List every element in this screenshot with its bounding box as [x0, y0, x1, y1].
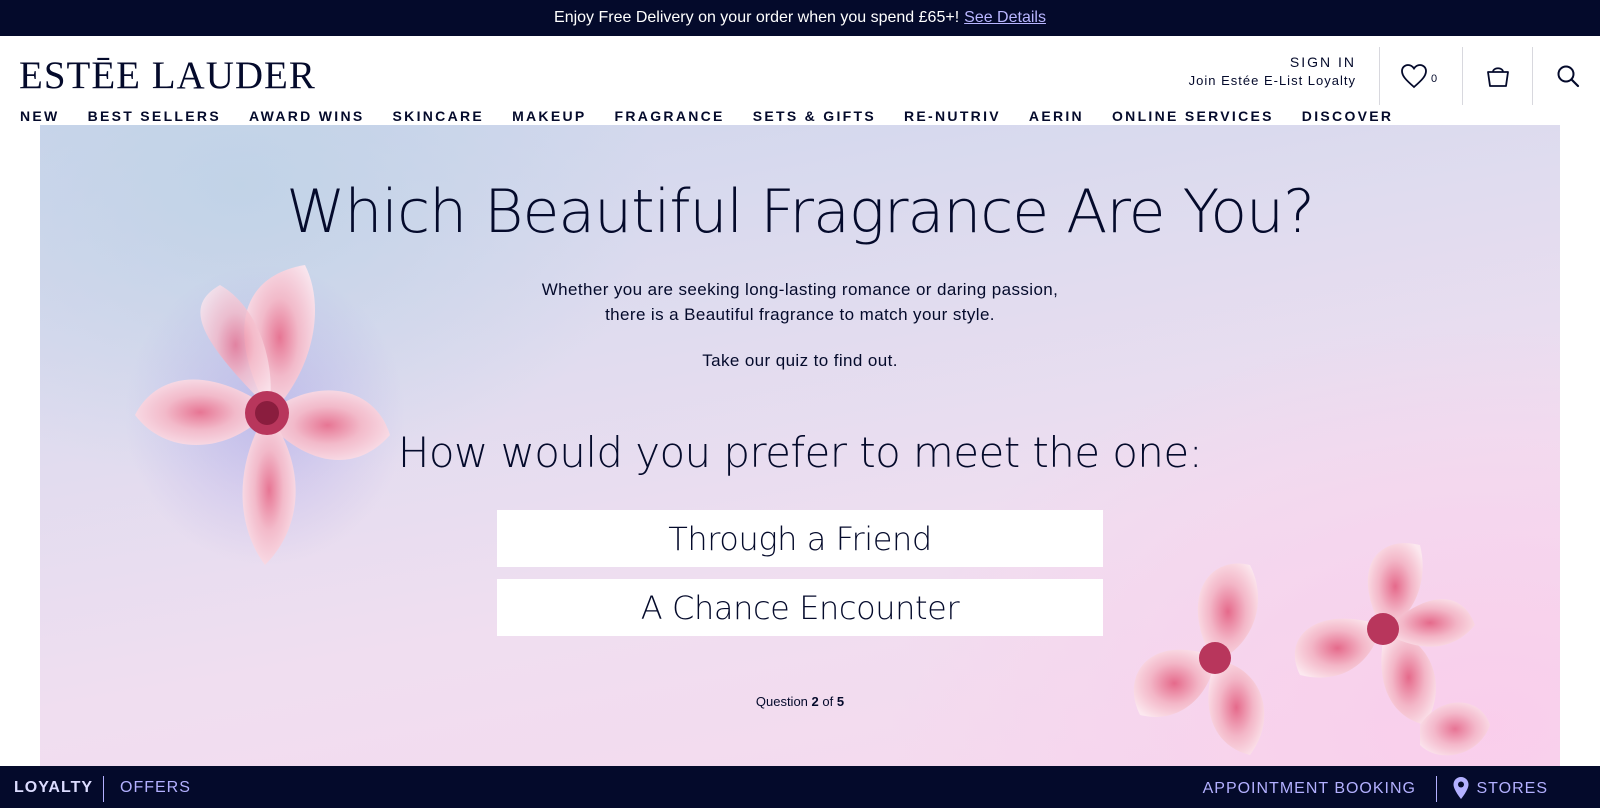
- nav-item-re-nutriv[interactable]: RE-NUTRIV: [904, 108, 1001, 124]
- header-divider: [1379, 47, 1380, 105]
- footer-divider: [1436, 776, 1437, 802]
- answer-chance-encounter-button[interactable]: A Chance Encounter: [497, 579, 1103, 636]
- account-area[interactable]: SIGN IN Join Estée E-List Loyalty: [1189, 54, 1356, 88]
- wishlist-count: 0: [1431, 73, 1438, 85]
- magnolia-branch-image: [1133, 543, 1490, 756]
- main-nav: NEW BEST SELLERS AWARD WINS SKINCARE MAK…: [20, 108, 1421, 124]
- stores-link[interactable]: STORES: [1477, 780, 1549, 798]
- promo-banner: Enjoy Free Delivery on your order when y…: [0, 0, 1600, 36]
- estee-lauder-logo[interactable]: ESTĒE LAUDER: [19, 56, 316, 95]
- search-button[interactable]: [1552, 60, 1584, 92]
- quiz-cta: Take our quiz to find out.: [702, 351, 898, 370]
- location-pin-icon: [1453, 777, 1469, 799]
- wishlist-button[interactable]: [1398, 60, 1430, 92]
- quiz-intro-line: there is a Beautiful fragrance to match …: [605, 305, 995, 324]
- answer-through-a-friend-button[interactable]: Through a Friend: [497, 510, 1103, 567]
- header-divider: [1532, 47, 1533, 105]
- heart-icon: [1401, 64, 1427, 89]
- quiz-intro-line: Whether you are seeking long-lasting rom…: [541, 280, 1059, 299]
- shopping-bag-icon: [1487, 67, 1509, 87]
- sign-in-link[interactable]: SIGN IN: [1189, 54, 1356, 70]
- search-icon: [1557, 65, 1580, 88]
- site-header: ESTĒE LAUDER SIGN IN Join Estée E-List L…: [0, 36, 1600, 125]
- progress-of: of: [822, 694, 834, 709]
- promo-text: Enjoy Free Delivery on your order when y…: [554, 9, 960, 26]
- quiz-hero: Which Beautiful Fragrance Are You? Wheth…: [40, 125, 1560, 766]
- appointment-booking-link[interactable]: APPOINTMENT BOOKING: [1203, 780, 1416, 798]
- nav-item-best-sellers[interactable]: BEST SELLERS: [88, 108, 221, 124]
- join-loyalty-link[interactable]: Join Estée E-List Loyalty: [1189, 73, 1356, 88]
- quiz-title: Which Beautiful Fragrance Are You?: [286, 177, 1315, 247]
- cart-button[interactable]: [1482, 60, 1514, 92]
- nav-item-skincare[interactable]: SKINCARE: [393, 108, 485, 124]
- header-divider: [1462, 47, 1463, 105]
- loyalty-link[interactable]: LOYALTY: [14, 779, 93, 797]
- progress-current: 2: [811, 694, 819, 709]
- sticky-footer-bar: LOYALTY OFFERS APPOINTMENT BOOKING STORE…: [0, 766, 1600, 808]
- quiz-question: How would you prefer to meet the one:: [397, 428, 1203, 477]
- nav-item-aerin[interactable]: AERIN: [1029, 108, 1084, 124]
- progress-total: 5: [836, 694, 845, 709]
- quiz-progress: Question 2 of 5: [40, 694, 1560, 709]
- offers-link[interactable]: OFFERS: [120, 779, 191, 797]
- nav-item-award-wins[interactable]: AWARD WINS: [249, 108, 365, 124]
- footer-divider: [103, 776, 104, 802]
- see-details-link[interactable]: See Details: [964, 9, 1046, 27]
- progress-label: Question: [755, 694, 808, 709]
- nav-item-discover[interactable]: DISCOVER: [1302, 108, 1394, 124]
- nav-item-online-services[interactable]: ONLINE SERVICES: [1112, 108, 1274, 124]
- nav-item-fragrance[interactable]: FRAGRANCE: [615, 108, 725, 124]
- nav-item-sets-gifts[interactable]: SETS & GIFTS: [753, 108, 876, 124]
- nav-item-new[interactable]: NEW: [20, 108, 60, 124]
- nav-item-makeup[interactable]: MAKEUP: [512, 108, 586, 124]
- quiz-intro: Whether you are seeking long-lasting rom…: [40, 277, 1560, 327]
